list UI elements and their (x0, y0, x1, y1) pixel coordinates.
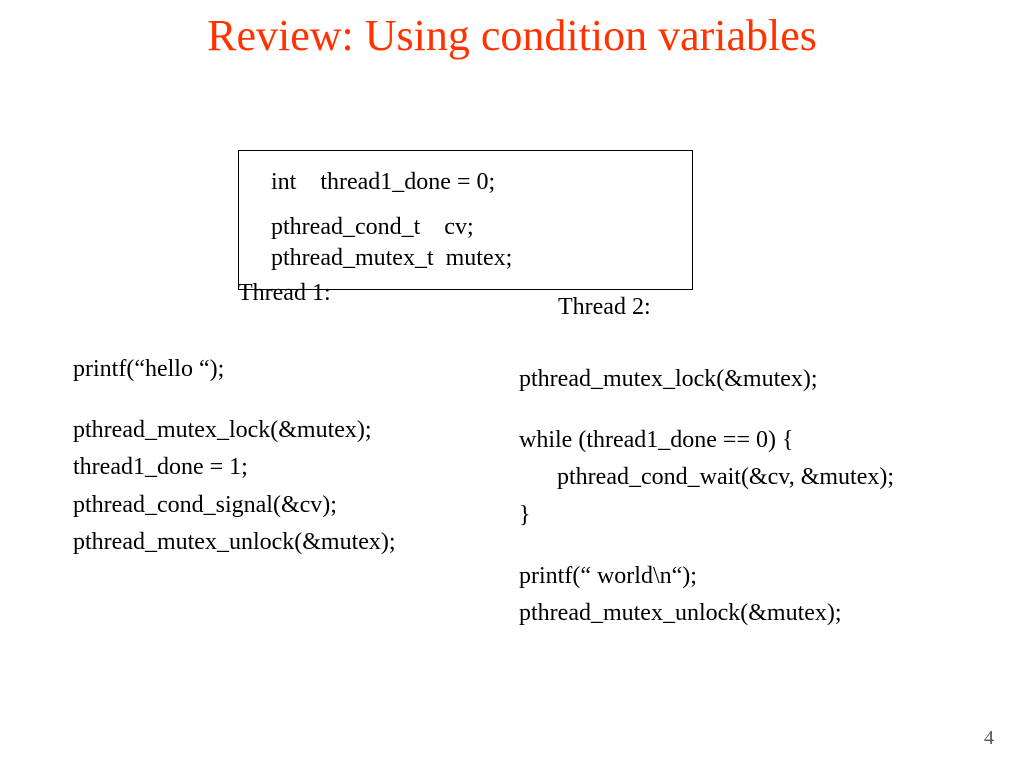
page-number: 4 (984, 727, 994, 750)
code-gap (519, 398, 959, 422)
declaration-line: pthread_cond_t cv; (271, 212, 660, 243)
code-line: pthread_mutex_lock(&mutex); (73, 412, 473, 449)
code-line: pthread_cond_wait(&cv, &mutex); (519, 459, 959, 496)
thread1-label: Thread 1: (238, 280, 331, 307)
code-gap (73, 388, 473, 412)
declarations-box: int thread1_done = 0; pthread_cond_t cv;… (238, 150, 693, 290)
code-line: pthread_mutex_unlock(&mutex); (519, 595, 959, 632)
thread1-code: printf(“hello “); pthread_mutex_lock(&mu… (73, 351, 473, 561)
thread2-code: pthread_mutex_lock(&mutex); while (threa… (519, 361, 959, 632)
code-line: } (519, 497, 959, 534)
thread2-label: Thread 2: (558, 294, 651, 321)
code-line: pthread_mutex_unlock(&mutex); (73, 524, 473, 561)
code-line: pthread_cond_signal(&cv); (73, 487, 473, 524)
code-line: pthread_mutex_lock(&mutex); (519, 361, 959, 398)
code-gap (519, 534, 959, 558)
code-line: while (thread1_done == 0) { (519, 422, 959, 459)
slide-title: Review: Using condition variables (0, 0, 1024, 63)
code-line: thread1_done = 1; (73, 449, 473, 486)
declaration-line: pthread_mutex_t mutex; (271, 243, 660, 274)
code-line: printf(“hello “); (73, 351, 473, 388)
declaration-line: int thread1_done = 0; (271, 167, 660, 198)
code-line: printf(“ world\n“); (519, 558, 959, 595)
